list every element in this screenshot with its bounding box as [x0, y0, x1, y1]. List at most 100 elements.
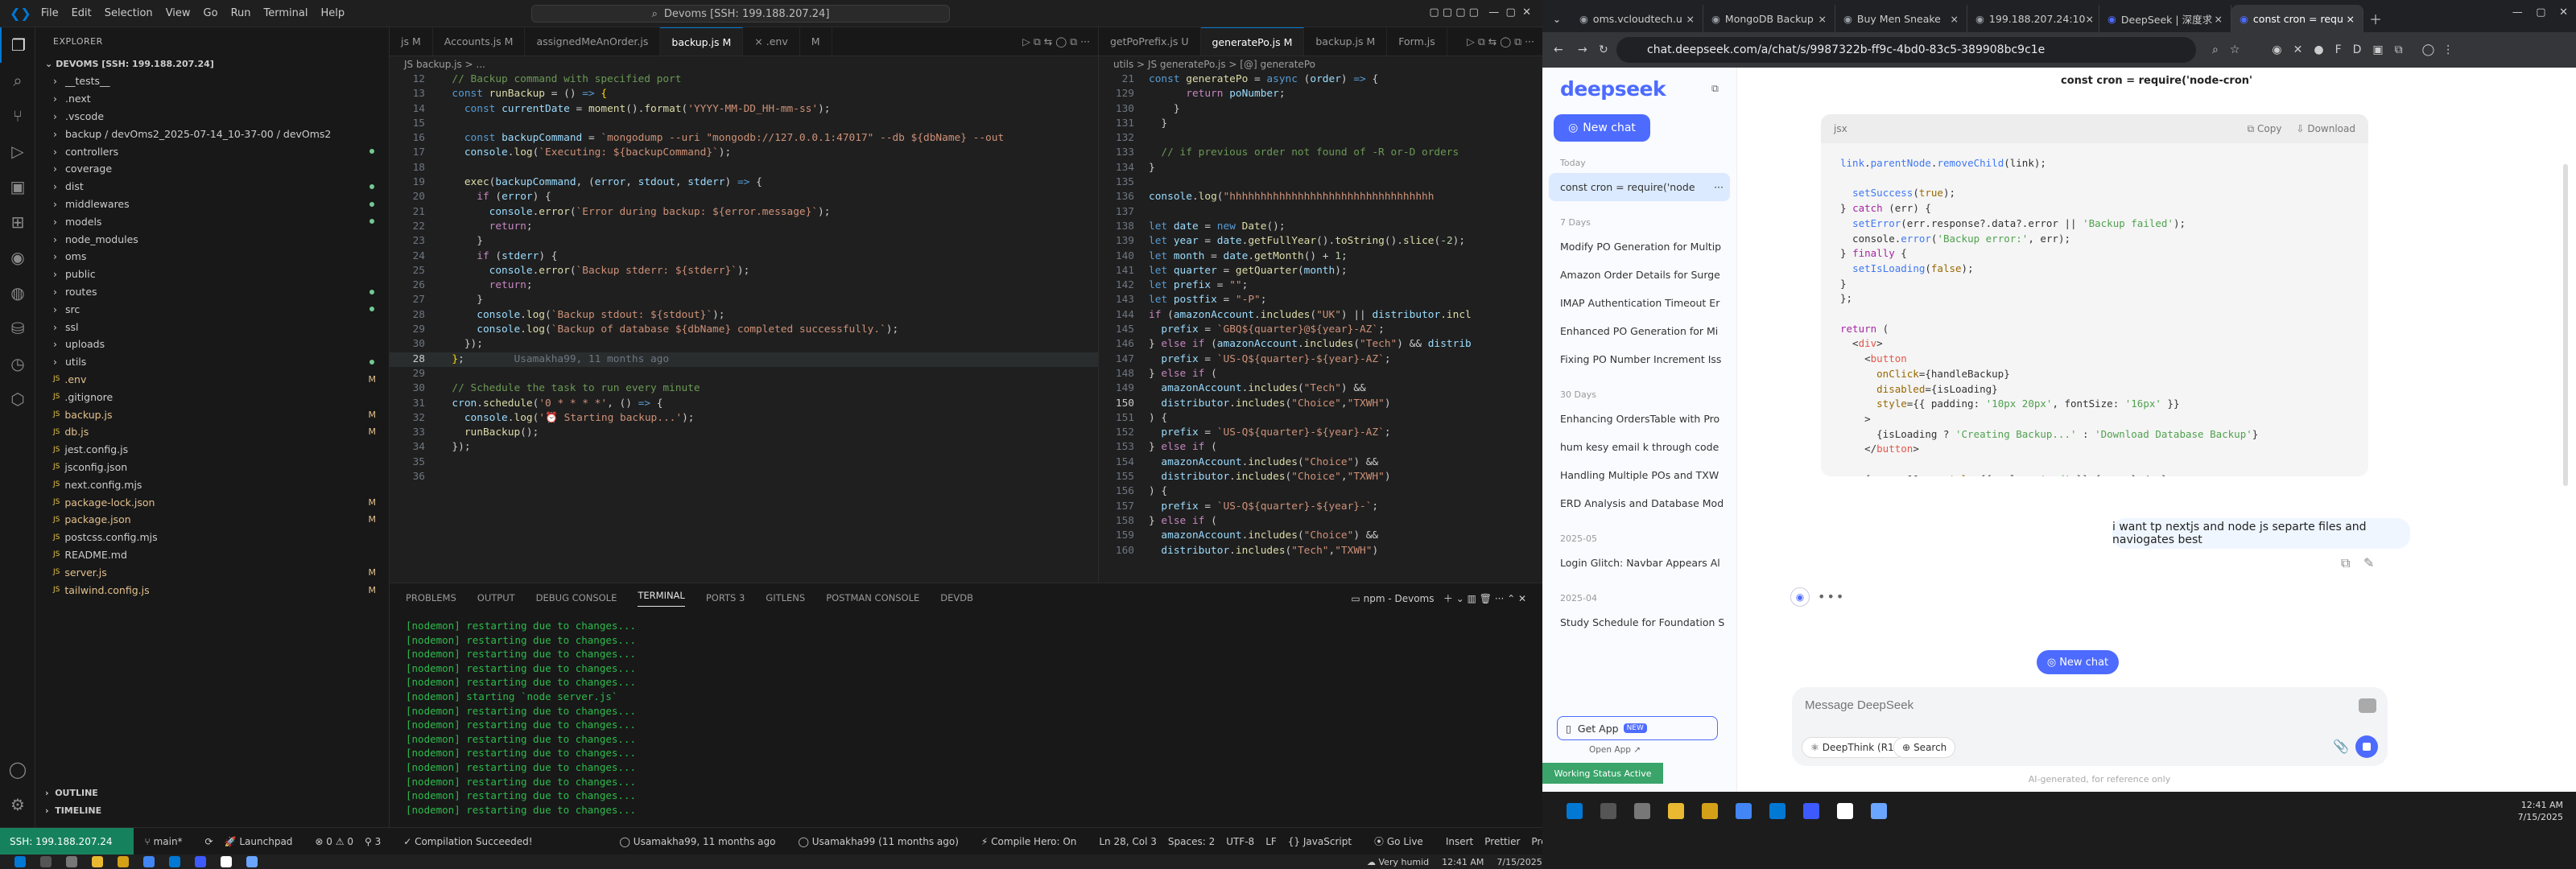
blame-indicator[interactable]: ◯ Usamakha99, 11 months ago [620, 836, 787, 847]
open-app-link[interactable]: Open App ↗ [1589, 745, 1641, 755]
chrome-tab[interactable]: ◉ Buy Men Sneake × [1835, 5, 1967, 32]
postman-icon[interactable]: ◍ [0, 275, 35, 311]
timeline-section[interactable]: › TIMELINE [35, 801, 101, 819]
editor-tab[interactable]: js M [390, 27, 433, 56]
zoom-icon[interactable] [195, 856, 206, 867]
zoom-icon[interactable] [1803, 803, 1819, 819]
docker-icon[interactable]: ⬡ [0, 381, 35, 417]
chrome-window-controls[interactable]: — ▢ ✕ [2512, 6, 2568, 19]
prettier-2[interactable]: Prettier [1531, 836, 1542, 847]
chrome-tab[interactable]: ◉ oms.vcloudtech.u × [1571, 5, 1703, 32]
panel-tab[interactable]: PROBLEMS [406, 592, 456, 603]
address-bar[interactable]: chat.deepseek.com/a/chat/s/9987322b-ff9c… [1616, 37, 2196, 63]
file-item[interactable]: JS server.js M [35, 563, 389, 581]
editor-tab[interactable]: generatePo.js M [1200, 27, 1305, 56]
windows-start-icon[interactable] [1567, 803, 1583, 819]
code-area[interactable]: 12 // Backup command with specified port… [390, 72, 1098, 583]
new-tab-button[interactable]: ＋ [2363, 5, 2388, 32]
history-item[interactable]: Study Schedule for Foundation S [1542, 608, 1736, 636]
menu-item-help[interactable]: Help [320, 7, 345, 19]
insert-mode[interactable]: Insert [1446, 836, 1473, 847]
attach-icon[interactable]: 📎 [2333, 739, 2349, 754]
chrome-icon[interactable] [143, 856, 155, 867]
store-icon[interactable] [118, 856, 129, 867]
file-item[interactable]: JS jsconfig.json [35, 459, 389, 476]
folder-item[interactable]: › node_modules [35, 230, 389, 248]
editor-tab[interactable]: assignedMeAnOrder.js [525, 27, 661, 56]
panel-tab[interactable]: DEVDB [940, 592, 973, 603]
app-icon[interactable] [1837, 803, 1853, 819]
chrome-menu-icon[interactable]: ⋮ [2442, 43, 2454, 56]
command-center[interactable]: ⌕ Devoms [SSH: 199.188.207.24] [531, 5, 950, 23]
folder-item[interactable]: › middlewares [35, 196, 389, 213]
prettier-1[interactable]: Prettier [1484, 836, 1520, 847]
folder-item[interactable]: › __tests__ [35, 72, 389, 90]
folder-item[interactable]: › backup / devOms2_2025-07-14_10-37-00 / … [35, 125, 389, 142]
project-root[interactable]: ⌄ DEVOMS [SSH: 199.188.207.24] [35, 55, 389, 72]
git-author[interactable]: ◯ Usamakha99 (11 months ago) [798, 836, 969, 847]
vscode-icon[interactable] [1769, 803, 1785, 819]
go-live-button[interactable]: ⦿ Go Live [1374, 834, 1435, 848]
history-item[interactable]: IMAP Authentication Timeout Er [1542, 289, 1736, 317]
store-icon[interactable] [1702, 803, 1718, 819]
editor-actions[interactable]: ▷ ⧉ ⇆ ◯ ⧉ ··· [1459, 27, 1542, 56]
folder-item[interactable]: › src [35, 300, 389, 318]
close-icon[interactable]: × [1951, 13, 1959, 25]
close-icon[interactable]: × [2215, 13, 2223, 25]
search-icon[interactable] [1600, 803, 1616, 819]
problems-indicator[interactable]: ⊗ 0 ⚠ 0 [315, 836, 353, 847]
editor-tab[interactable]: backup.js M [1304, 27, 1388, 56]
folder-item[interactable]: › uploads [35, 336, 389, 353]
editor-actions[interactable]: ▷ ⧉ ⇆ ◯ ⧉ ··· [1014, 27, 1098, 56]
windows-start-icon[interactable] [14, 856, 26, 867]
folder-item[interactable]: › models [35, 212, 389, 230]
ports-indicator[interactable]: ⚲ 3 [365, 836, 392, 847]
tab-search-icon[interactable]: ⌄ [1542, 5, 1571, 32]
task-view-icon[interactable] [66, 856, 77, 867]
clock-date[interactable]: 7/15/2025 [1496, 857, 1542, 867]
copy-button[interactable]: ⧉ Copy [2248, 123, 2282, 135]
file-item[interactable]: JS .gitignore [35, 388, 389, 406]
chrome-tab[interactable]: ◉ 199.188.207.24:10 × [1967, 5, 2099, 32]
panel-tab[interactable]: PORTS 3 [706, 592, 745, 603]
close-icon[interactable]: × [1818, 13, 1827, 25]
app-icon[interactable] [221, 856, 232, 867]
history-item[interactable]: hum kesy email k through code [1542, 433, 1736, 461]
copy-message-icon[interactable]: ⧉ [2341, 555, 2350, 571]
close-icon[interactable]: × [2085, 13, 2093, 25]
eol[interactable]: LF [1265, 836, 1277, 847]
chrome-tab[interactable]: ◉ DeepSeek | 深度求 × [2099, 5, 2231, 32]
folder-item[interactable]: › .next [35, 90, 389, 108]
compile-hero[interactable]: ⚡ Compile Hero: On [981, 836, 1088, 847]
folder-item[interactable]: › ssl [35, 318, 389, 336]
panel-tab[interactable]: DEBUG CONSOLE [536, 592, 617, 603]
search-icon[interactable]: ⌕ [0, 63, 35, 98]
folder-item[interactable]: › oms [35, 248, 389, 266]
bookmark-star-icon[interactable]: ☆ [2230, 43, 2240, 56]
file-item[interactable]: JS jest.config.js [35, 441, 389, 459]
gitlens-icon[interactable]: ◉ [0, 240, 35, 275]
extension-icons[interactable]: ◉✕●FD▣⧉ [2272, 43, 2413, 56]
close-icon[interactable]: × [2347, 13, 2355, 25]
chat-scrollbar[interactable] [2563, 164, 2568, 486]
file-item[interactable]: JS package-lock.json M [35, 493, 389, 511]
message-input[interactable] [1805, 698, 2288, 712]
indentation[interactable]: Spaces: 2 [1168, 836, 1215, 847]
search-icon[interactable] [40, 856, 52, 867]
file-item[interactable]: JS backup.js M [35, 406, 389, 423]
folder-item[interactable]: › routes [35, 283, 389, 301]
folder-item[interactable]: › coverage [35, 160, 389, 178]
source-control-icon[interactable]: ⑂ [0, 98, 35, 134]
deepseek-logo[interactable]: deepseek [1542, 68, 1736, 109]
extensions-icon[interactable]: ⊞ [0, 204, 35, 240]
sync-icon[interactable]: ⟳ [205, 836, 213, 847]
app-icon-2[interactable] [246, 856, 258, 867]
new-chat-floating-button[interactable]: ◎ New chat [2037, 650, 2119, 674]
editor-tab[interactable]: backup.js M [660, 27, 744, 56]
edit-message-icon[interactable]: ✎ [2363, 555, 2374, 570]
vscode-icon[interactable] [169, 856, 180, 867]
history-item[interactable]: Handling Multiple POs and TXW [1542, 461, 1736, 489]
file-item[interactable]: JS next.config.mjs [35, 476, 389, 493]
folder-item[interactable]: › .vscode [35, 108, 389, 126]
file-item[interactable]: JS db.js M [35, 423, 389, 441]
